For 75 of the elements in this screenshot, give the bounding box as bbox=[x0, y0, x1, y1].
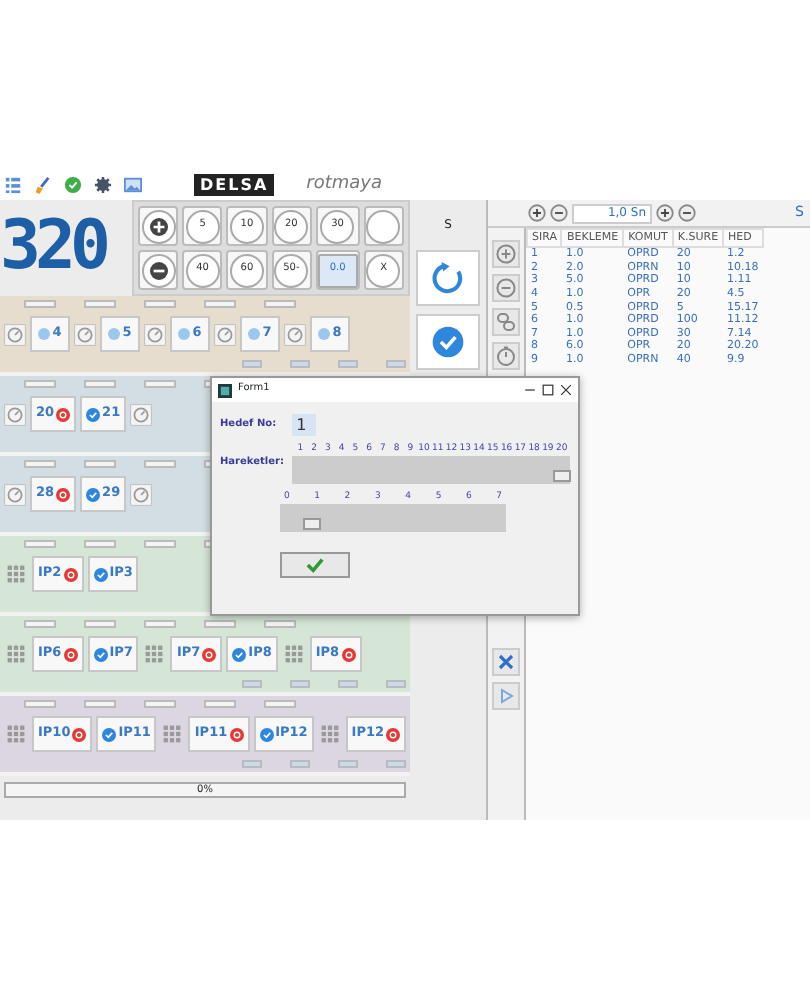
brush-icon[interactable] bbox=[34, 176, 52, 194]
remove-button[interactable] bbox=[492, 274, 520, 302]
add-icon bbox=[496, 244, 516, 264]
input-field[interactable]: 1 bbox=[292, 414, 317, 436]
keypad-icon bbox=[142, 642, 167, 666]
maximize-icon[interactable] bbox=[542, 384, 554, 396]
logo: DELSA bbox=[194, 174, 275, 196]
keypad-icon bbox=[4, 642, 28, 666]
check-badge-icon bbox=[93, 647, 108, 661]
refresh-icon bbox=[432, 262, 464, 294]
error-icon bbox=[56, 487, 71, 501]
ok-button[interactable] bbox=[280, 552, 350, 578]
remove-icon[interactable] bbox=[550, 204, 568, 222]
step-button[interactable] bbox=[138, 206, 179, 246]
link-button[interactable] bbox=[492, 308, 520, 336]
list-icon[interactable] bbox=[4, 176, 22, 194]
close-icon bbox=[496, 652, 516, 672]
status-dot-icon bbox=[178, 328, 191, 340]
brand-name: rotmaya bbox=[306, 171, 383, 198]
check-icon bbox=[306, 556, 324, 574]
check-badge-icon bbox=[86, 407, 101, 421]
error-icon bbox=[202, 647, 217, 661]
check-badge-icon bbox=[432, 326, 464, 358]
status-dot-icon bbox=[38, 328, 51, 340]
error-icon bbox=[341, 647, 356, 661]
add-icon[interactable] bbox=[656, 204, 674, 222]
status-dot-icon bbox=[248, 328, 261, 340]
error-icon bbox=[386, 727, 401, 741]
error-icon bbox=[63, 567, 78, 581]
gauge-icon bbox=[214, 323, 236, 345]
remove-icon[interactable] bbox=[678, 204, 696, 222]
minus-icon bbox=[149, 261, 168, 279]
slider-thumb[interactable] bbox=[552, 470, 571, 482]
gauge-icon bbox=[284, 323, 306, 345]
keypad-icon bbox=[4, 722, 28, 746]
error-icon bbox=[72, 727, 87, 741]
check-badge-icon bbox=[232, 647, 247, 661]
gauge-icon bbox=[130, 483, 153, 505]
keypad-icon bbox=[281, 642, 306, 666]
minimize-icon[interactable] bbox=[524, 384, 536, 396]
add-button[interactable] bbox=[492, 240, 520, 268]
keypad-icon bbox=[160, 722, 185, 746]
check-circle-icon[interactable] bbox=[64, 176, 82, 194]
status-dot-icon bbox=[318, 328, 331, 340]
check-badge-icon bbox=[102, 727, 117, 741]
timer-icon bbox=[496, 346, 516, 366]
gauge-icon bbox=[130, 403, 153, 425]
app-icon bbox=[218, 383, 232, 397]
play-icon bbox=[496, 686, 516, 706]
refresh-button[interactable] bbox=[416, 250, 480, 306]
check-badge-icon bbox=[93, 567, 108, 581]
check-badge-icon bbox=[86, 487, 101, 501]
check-badge-icon bbox=[259, 727, 274, 741]
counter-display: 320 bbox=[0, 204, 108, 290]
gauge-icon bbox=[74, 323, 96, 345]
error-icon bbox=[56, 407, 71, 421]
error-icon bbox=[63, 647, 78, 661]
timer-button[interactable] bbox=[492, 342, 520, 370]
keypad-icon bbox=[4, 562, 28, 586]
close-icon[interactable] bbox=[560, 384, 572, 396]
confirm-button[interactable] bbox=[416, 314, 480, 370]
link-icon bbox=[496, 312, 516, 332]
close-button[interactable] bbox=[492, 648, 520, 676]
slider-thumb[interactable] bbox=[302, 518, 321, 530]
settings-icon[interactable] bbox=[94, 176, 112, 194]
play-button[interactable] bbox=[492, 682, 520, 710]
remove-icon bbox=[496, 278, 516, 298]
error-icon bbox=[229, 727, 244, 741]
gauge-icon bbox=[144, 323, 166, 345]
image-icon[interactable] bbox=[124, 176, 142, 194]
plus-icon bbox=[149, 217, 168, 235]
step-button[interactable] bbox=[138, 250, 179, 290]
keypad-icon bbox=[317, 722, 342, 746]
add-icon[interactable] bbox=[528, 204, 546, 222]
status-dot-icon bbox=[108, 328, 121, 340]
